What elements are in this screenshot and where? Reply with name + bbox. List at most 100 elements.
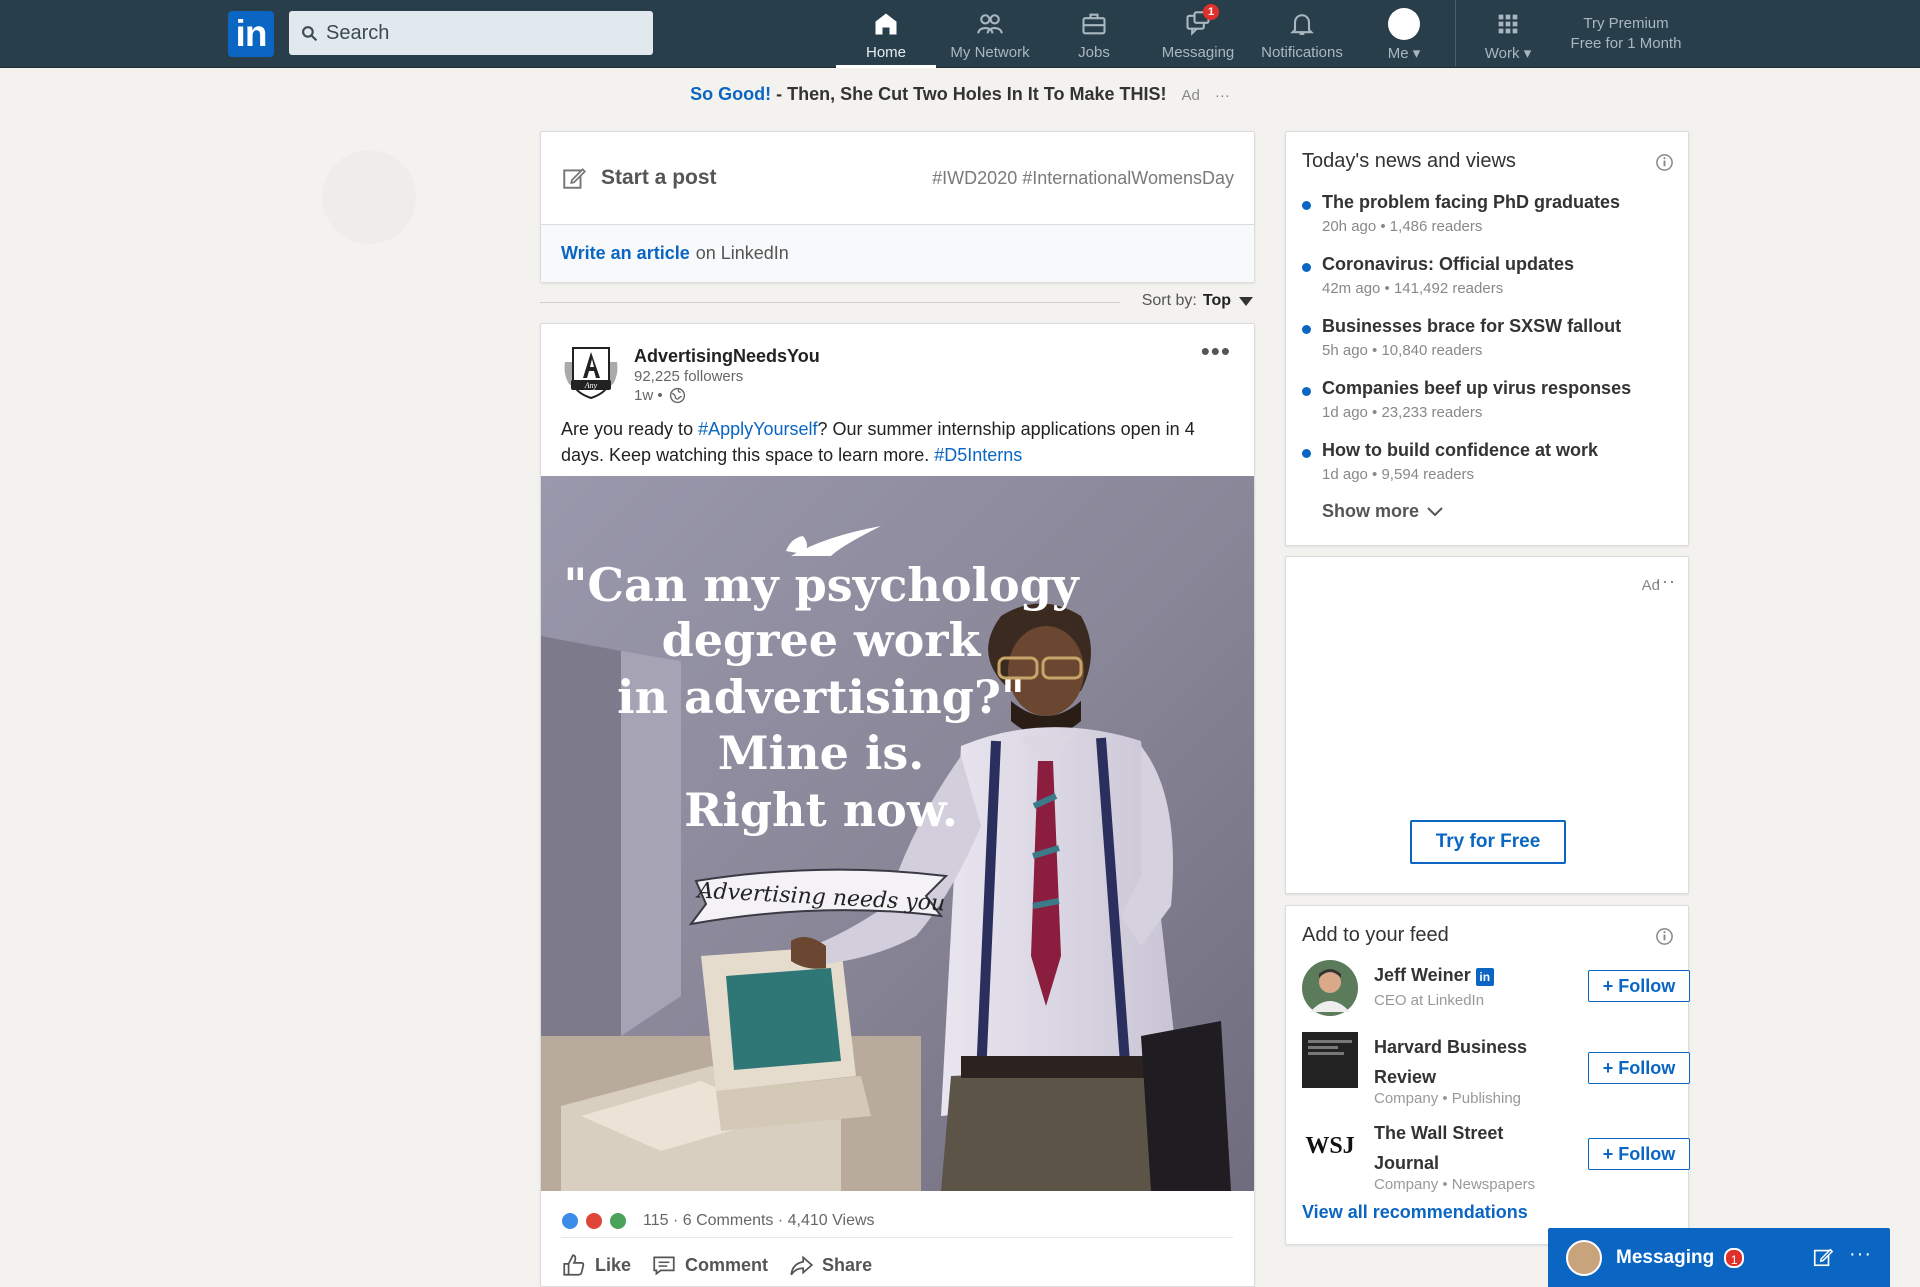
chevron-down-icon [1427, 506, 1443, 516]
reaction-icons[interactable] [561, 1211, 633, 1230]
messaging-bar[interactable]: Messaging 1 ··· [1548, 1228, 1890, 1287]
top-ad-banner[interactable]: So Good! - Then, She Cut Two Holes In It… [0, 84, 1920, 105]
post-age: 1w • [634, 387, 686, 404]
view-all-recommendations-link[interactable]: View all recommendations [1302, 1202, 1528, 1223]
news-headline[interactable]: How to build confidence at work [1322, 440, 1598, 461]
news-headline[interactable]: Businesses brace for SXSW fallout [1322, 316, 1621, 337]
post-image-art: "Can my psychology degree work in advert… [541, 476, 1254, 1191]
follow-button[interactable]: + Follow [1588, 1052, 1690, 1084]
post-actions: Like Comment Share [561, 1242, 892, 1286]
nav-messaging-label: Messaging [1161, 44, 1235, 61]
nav-my-network-label: My Network [950, 44, 1030, 61]
try-for-free-button[interactable]: Try for Free [1410, 820, 1566, 864]
top-ad-highlight: So Good! [690, 84, 772, 104]
sort-dropdown[interactable]: Sort by: Top [1142, 292, 1253, 310]
news-meta: 1d ago • 23,233 readers [1322, 404, 1483, 421]
news-headline[interactable]: The problem facing PhD graduates [1322, 192, 1620, 213]
nav-me-label: Me ▾ [1387, 45, 1421, 62]
grid-icon [1498, 14, 1518, 34]
nav-notifications[interactable]: Notifications [1252, 8, 1352, 66]
nav-work[interactable]: Work ▾ [1458, 8, 1558, 66]
top-ad-more-icon[interactable]: ··· [1215, 87, 1230, 104]
hashtag-link[interactable]: #D5Interns [934, 445, 1022, 465]
nav-my-network[interactable]: My Network [940, 8, 1040, 66]
comment-count[interactable]: 6 Comments [683, 1212, 774, 1230]
home-icon [875, 13, 897, 35]
try-premium-link[interactable]: Try Premium Free for 1 Month [1556, 14, 1696, 54]
chevron-down-icon: ▾ [1523, 45, 1532, 62]
sort-value: Top [1202, 292, 1231, 309]
news-panel: Today's news and views The problem facin… [1285, 131, 1689, 546]
news-headline[interactable]: Coronavirus: Official updates [1322, 254, 1574, 275]
company-logo[interactable]: Any [561, 344, 621, 400]
nav-work-label: Work ▾ [1484, 45, 1532, 62]
love-reaction-icon [585, 1211, 603, 1230]
start-post-button[interactable]: Start a post [601, 166, 717, 190]
nav-jobs-label: Jobs [1078, 44, 1110, 61]
nav-jobs[interactable]: Jobs [1044, 8, 1144, 66]
bell-icon [1290, 14, 1314, 35]
ad-panel: Ad ··· Try for Free [1285, 556, 1689, 894]
thumbs-up-icon [563, 1254, 585, 1276]
share-button[interactable]: Share [788, 1252, 872, 1278]
linkedin-logo[interactable]: in [228, 11, 274, 57]
hashtag-link[interactable]: #ApplyYourself [698, 419, 817, 439]
info-icon[interactable] [1655, 927, 1674, 946]
post-image[interactable]: "Can my psychology degree work in advert… [541, 476, 1254, 1191]
network-icon [977, 14, 1003, 34]
avatar [1566, 1239, 1602, 1276]
show-more-label: Show more [1322, 501, 1420, 521]
recommendation-name[interactable]: The Wall Street Journal [1374, 1118, 1564, 1178]
follow-button[interactable]: + Follow [1588, 970, 1690, 1002]
share-icon [790, 1255, 814, 1276]
nav-divider [1455, 0, 1456, 66]
comment-button[interactable]: Comment [651, 1252, 768, 1278]
recommendation-subtitle: Company • Newspapers [1374, 1176, 1536, 1193]
recommendation-subtitle: Company • Publishing [1374, 1090, 1521, 1107]
show-more-button[interactable]: Show more [1322, 501, 1443, 522]
avatar[interactable] [1302, 960, 1358, 1016]
share-box: Start a post #IWD2020 #InternationalWome… [540, 131, 1255, 283]
recommendation-name[interactable]: Harvard Business Review [1374, 1032, 1564, 1092]
reaction-count[interactable]: 115 [643, 1212, 669, 1230]
edit-icon [563, 168, 587, 189]
compose-icon[interactable] [1812, 1246, 1834, 1268]
nav-messaging[interactable]: 1 Messaging [1148, 4, 1248, 66]
news-headline[interactable]: Companies beef up virus responses [1322, 378, 1631, 399]
quote-line-2: degree work [662, 613, 982, 667]
caret-down-icon [1239, 296, 1253, 306]
follower-count: 92,225 followers [634, 368, 744, 385]
info-icon[interactable] [1655, 153, 1674, 172]
write-article-link[interactable]: Write an article [561, 243, 690, 264]
ad-more-icon[interactable]: ··· [1655, 571, 1676, 592]
recommendation-name[interactable]: Jeff Weiner in [1374, 960, 1564, 990]
comment-label: Comment [685, 1254, 769, 1275]
post-more-icon[interactable]: ••• [1201, 338, 1231, 364]
write-article-row: Write an article on LinkedIn [541, 225, 1254, 282]
premium-line-1: Try Premium [1583, 15, 1669, 32]
top-nav-bar: in Home My Network Jobs 1 Messaging Noti… [0, 0, 1920, 68]
svg-text:Any: Any [584, 381, 598, 390]
like-label: Like [595, 1254, 632, 1275]
feed-title: Add to your feed [1302, 924, 1449, 946]
start-post-row[interactable]: Start a post #IWD2020 #InternationalWome… [541, 132, 1254, 225]
nav-home[interactable]: Home [836, 8, 936, 68]
post-age-text: 1w • [634, 387, 663, 404]
news-meta: 1d ago • 9,594 readers [1322, 466, 1475, 483]
quote-line-1: "Can my psychology [563, 558, 1080, 612]
like-button[interactable]: Like [561, 1252, 631, 1278]
search-box[interactable] [289, 11, 653, 55]
harvard-business-review-logo[interactable] [1302, 1032, 1358, 1088]
divider [540, 302, 1120, 303]
share-label: Share [822, 1254, 873, 1275]
search-input[interactable] [326, 21, 626, 45]
nav-me[interactable]: Me ▾ [1354, 8, 1454, 66]
sort-label: Sort by: [1141, 292, 1197, 309]
wsj-logo[interactable]: WSJ [1302, 1118, 1358, 1174]
hashtag-suggestions[interactable]: #IWD2020 #InternationalWomensDay [932, 168, 1234, 189]
messaging-more-icon[interactable]: ··· [1849, 1243, 1872, 1266]
globe-icon [669, 387, 685, 404]
linkedin-influencer-icon: in [1475, 968, 1494, 986]
company-name[interactable]: AdvertisingNeedsYou [634, 346, 820, 367]
follow-button[interactable]: + Follow [1588, 1138, 1690, 1170]
